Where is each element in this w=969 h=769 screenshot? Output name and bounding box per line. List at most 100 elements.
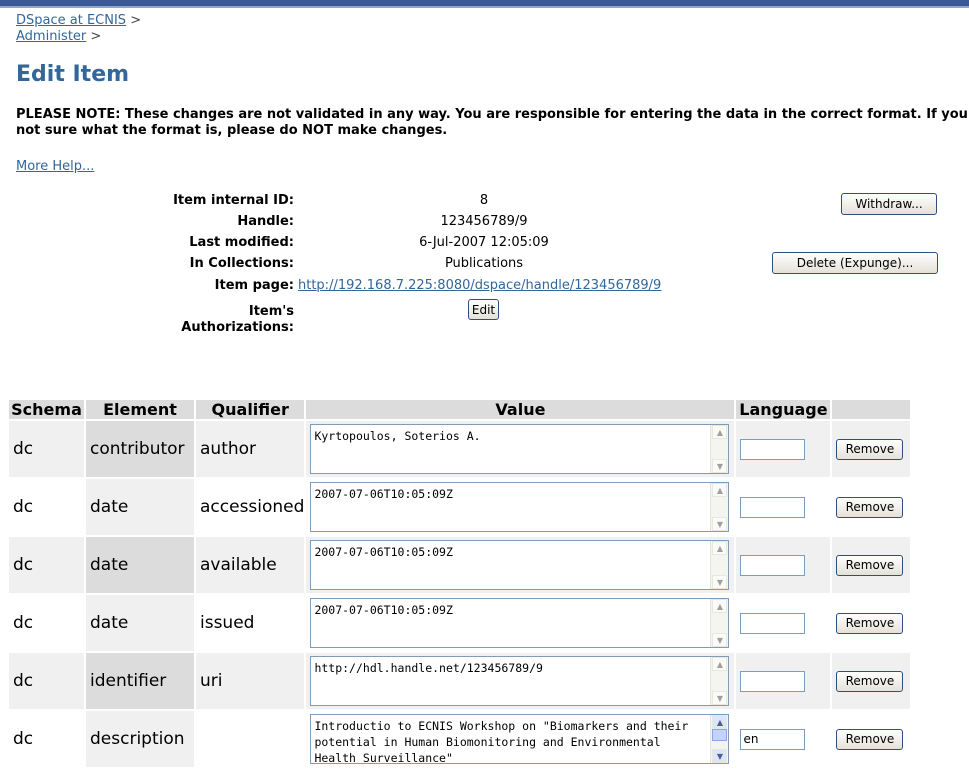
last-modified-label: Last modified: [189,235,294,250]
row-qualifier: accessioned [196,479,305,535]
textarea-scrollbar[interactable]: ▲ ▼ [710,599,729,647]
language-input[interactable] [740,496,806,518]
item-authorizations-label-line1: Item's [248,304,294,319]
table-row: dc date available 2007-07-06T10:05:09Z ▲… [9,537,911,593]
row-element: identifier [86,653,194,709]
edit-authorizations-button[interactable]: Edit [468,299,499,320]
scroll-down-arrow-icon[interactable]: ▼ [712,517,728,531]
column-header-schema: Schema [9,400,84,419]
breadcrumb-separator: > [130,13,142,28]
scroll-up-arrow-icon[interactable]: ▲ [712,425,728,439]
language-input[interactable] [740,612,806,634]
row-schema: dc [9,595,84,651]
row-actions-cell: Remove [832,421,911,477]
row-value-cell: http://hdl.handle.net/123456789/9 ▲ ▼ [306,653,735,709]
row-element: date [86,537,194,593]
scroll-down-arrow-icon[interactable]: ▼ [712,691,728,705]
row-language-cell [736,595,831,651]
value-textarea[interactable]: Introductio to ECNIS Workshop on "Biomar… [310,714,730,764]
row-schema: dc [9,537,84,593]
handle-value: 123456789/9 [440,214,528,229]
breadcrumb-link-administer[interactable]: Administer [16,29,86,44]
row-value-cell: 2007-07-06T10:05:09Z ▲ ▼ [306,479,735,535]
remove-button[interactable]: Remove [836,728,904,750]
value-textarea[interactable]: Kyrtopoulos, Soterios A. ▲ ▼ [310,424,730,474]
scroll-down-arrow-icon[interactable]: ▼ [712,575,728,589]
scroll-down-arrow-icon[interactable]: ▼ [712,459,728,473]
scroll-down-arrow-icon[interactable]: ▼ [712,633,728,647]
value-textarea[interactable]: 2007-07-06T10:05:09Z ▲ ▼ [310,598,730,648]
delete-expunge-button[interactable]: Delete (Expunge)... [772,252,938,274]
textarea-scrollbar[interactable]: ▲ ▼ [710,715,729,763]
remove-button[interactable]: Remove [836,496,904,518]
language-input[interactable] [740,438,806,460]
row-qualifier [196,711,305,767]
language-input[interactable] [740,554,806,576]
row-qualifier: uri [196,653,305,709]
row-actions-cell: Remove [832,595,911,651]
scroll-up-arrow-icon[interactable]: ▲ [712,715,728,729]
handle-label: Handle: [237,214,294,229]
value-text: http://hdl.handle.net/123456789/9 [314,661,543,675]
in-collections-value: Publications [444,256,524,271]
value-textarea[interactable]: http://hdl.handle.net/123456789/9 ▲ ▼ [310,656,730,706]
textarea-scrollbar[interactable]: ▲ ▼ [710,483,729,531]
scrollbar-thumb[interactable] [712,729,728,741]
page-title: Edit Item [16,62,130,87]
item-page-label: Item page: [214,278,294,293]
metadata-table: Schema Element Qualifier Value Language … [7,398,912,769]
textarea-scrollbar[interactable]: ▲ ▼ [710,657,729,705]
column-header-actions [832,400,911,419]
row-actions-cell: Remove [832,711,911,767]
row-qualifier: available [196,537,305,593]
scroll-up-arrow-icon[interactable]: ▲ [712,483,728,497]
table-row: dc identifier uri http://hdl.handle.net/… [9,653,911,709]
scroll-up-arrow-icon[interactable]: ▲ [712,657,728,671]
table-row: dc date accessioned 2007-07-06T10:05:09Z… [9,479,911,535]
value-text: 2007-07-06T10:05:09Z [314,487,453,501]
item-page-link[interactable]: http://192.168.7.225:8080/dspace/handle/… [298,278,661,293]
withdraw-button[interactable]: Withdraw... [841,193,937,215]
column-header-qualifier: Qualifier [196,400,305,419]
more-help-link-wrap: More Help... [16,159,94,174]
row-schema: dc [9,421,84,477]
row-value-cell: Kyrtopoulos, Soterios A. ▲ ▼ [306,421,735,477]
scroll-up-arrow-icon[interactable]: ▲ [712,599,728,613]
item-id-label: Item internal ID: [173,193,294,208]
in-collections-label: In Collections: [189,256,294,271]
row-schema: dc [9,711,84,767]
textarea-scrollbar[interactable]: ▲ ▼ [710,541,729,589]
value-textarea[interactable]: 2007-07-06T10:05:09Z ▲ ▼ [310,482,730,532]
row-language-cell [736,653,831,709]
remove-button[interactable]: Remove [836,612,904,634]
value-textarea[interactable]: 2007-07-06T10:05:09Z ▲ ▼ [310,540,730,590]
column-header-element: Element [86,400,194,419]
metadata-table-header: Schema Element Qualifier Value Language [9,400,911,419]
language-input[interactable] [740,670,806,692]
breadcrumb-item-administer: Administer > [16,29,101,44]
last-modified-value: 6-Jul-2007 12:05:09 [419,235,549,250]
textarea-scrollbar[interactable]: ▲ ▼ [710,425,729,473]
row-qualifier: author [196,421,305,477]
table-row: dc description Introductio to ECNIS Work… [9,711,911,767]
language-input[interactable] [740,728,806,750]
table-row: dc date issued 2007-07-06T10:05:09Z ▲ ▼ … [9,595,911,651]
remove-button[interactable]: Remove [836,670,904,692]
row-actions-cell: Remove [832,537,911,593]
scroll-up-arrow-icon[interactable]: ▲ [712,541,728,555]
more-help-link[interactable]: More Help... [16,159,94,174]
table-row: dc contributor author Kyrtopoulos, Soter… [9,421,911,477]
scroll-down-arrow-icon[interactable]: ▼ [712,749,728,763]
breadcrumb-link-dspace[interactable]: DSpace at ECNIS [16,13,126,28]
row-value-cell: 2007-07-06T10:05:09Z ▲ ▼ [306,595,735,651]
item-authorizations-label-line2: Authorizations: [181,320,294,335]
row-element: date [86,595,194,651]
remove-button[interactable]: Remove [836,554,904,576]
column-header-language: Language [736,400,831,419]
row-actions-cell: Remove [832,479,911,535]
column-header-value: Value [306,400,735,419]
row-element: date [86,479,194,535]
remove-button[interactable]: Remove [836,438,904,460]
top-banner-strip [0,0,969,8]
value-text: 2007-07-06T10:05:09Z [314,545,453,559]
